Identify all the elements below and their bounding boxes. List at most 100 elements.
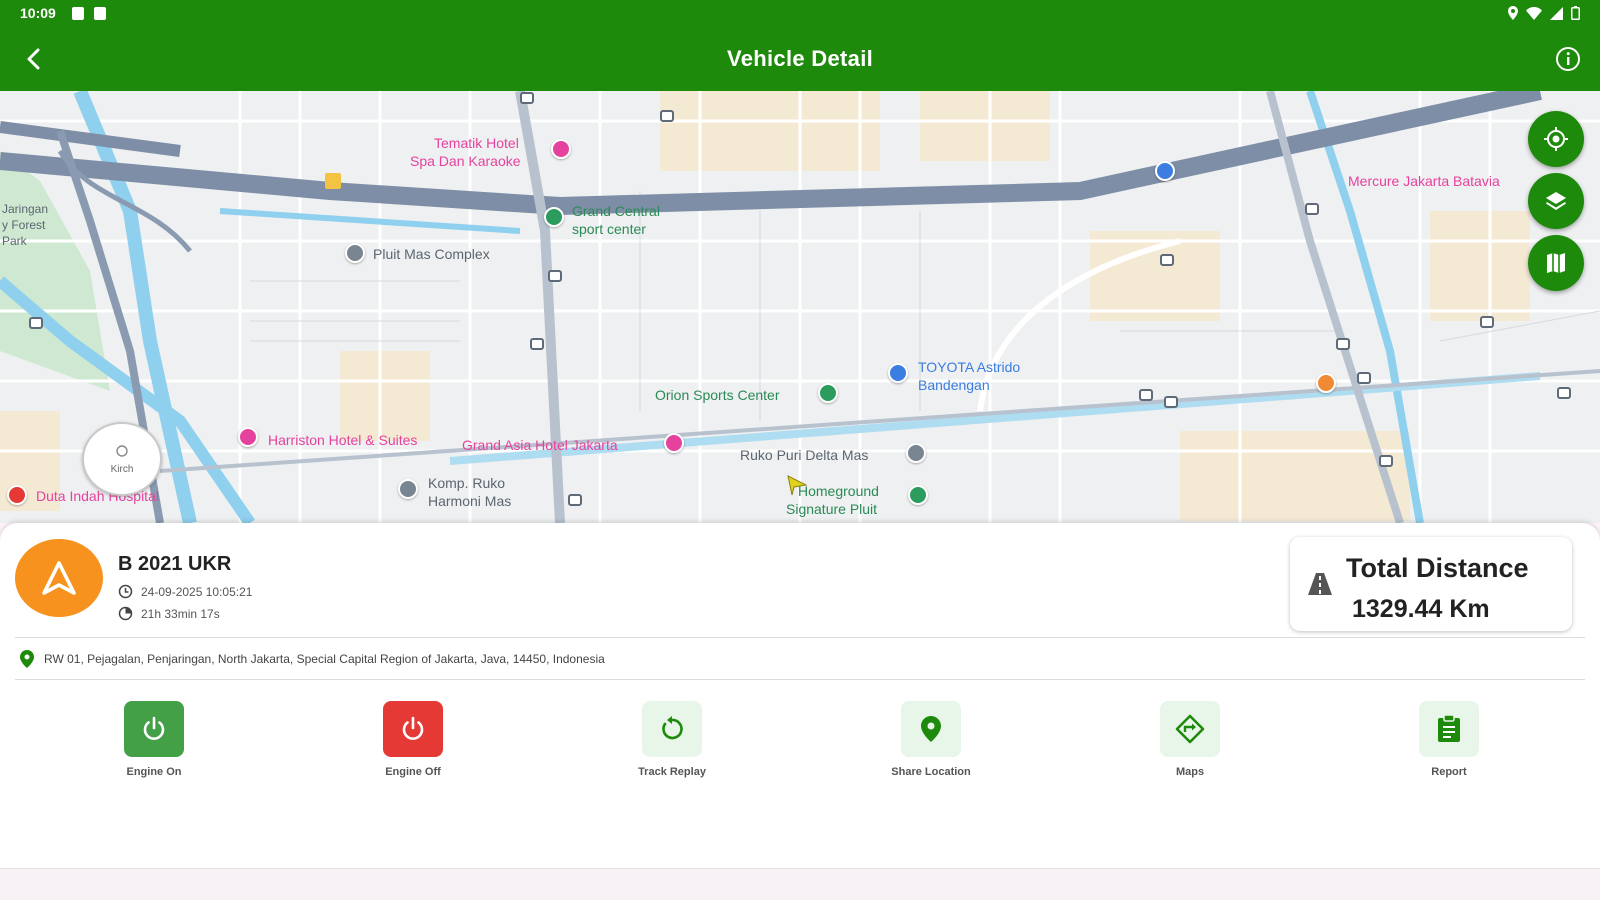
maps-label: Maps [1175, 766, 1205, 778]
divider [15, 679, 1585, 680]
share-location-icon-box [901, 701, 961, 757]
poi-label: Komp. Ruko [428, 475, 506, 491]
map-type-button[interactable] [1528, 235, 1584, 291]
total-distance-value: 1329.44 Km [1352, 595, 1490, 623]
place-pin-icon[interactable] [345, 243, 365, 263]
poi-label: Pluit Mas Complex [373, 246, 490, 262]
track-replay-button[interactable]: Track Replay [607, 701, 737, 779]
sd-card-icon [72, 7, 84, 20]
navigation-arrow-icon [42, 561, 76, 595]
directions-icon [1175, 714, 1205, 744]
hotel-pin-icon[interactable] [238, 427, 258, 447]
last-update-row: 24-09-2025 10:05:21 [118, 584, 252, 599]
layers-icon [1546, 192, 1566, 210]
map-icon [1547, 253, 1565, 273]
duration-row: 21h 33min 17s [118, 606, 220, 621]
poi-label: Bandengan [918, 377, 990, 393]
poi-label: Park [2, 234, 27, 248]
poi-label: Homeground [798, 483, 879, 499]
info-icon [1556, 47, 1580, 71]
poi-label: TOYOTA Astrido [918, 359, 1021, 375]
last-update-datetime: 24-09-2025 10:05:21 [141, 584, 253, 599]
poi-label: Harriston Hotel & Suites [268, 432, 418, 448]
signal-icon [1550, 6, 1563, 23]
poi-label: Spa Dan Karaoke [410, 153, 521, 169]
compass-button[interactable]: Kirch [82, 422, 162, 496]
power-icon [143, 716, 165, 740]
replay-icon [662, 716, 683, 740]
address-text: RW 01, Pejagalan, Penjaringan, North Jak… [44, 652, 605, 666]
status-time: 10:09 [20, 5, 56, 21]
sport-pin-icon[interactable] [818, 383, 838, 403]
timer-icon [118, 606, 133, 621]
engine-off-icon-box [383, 701, 443, 757]
poi-label: Jaringan [2, 202, 49, 216]
app-notification-icon [94, 7, 106, 20]
duration-value: 21h 33min 17s [141, 606, 220, 621]
power-icon [402, 716, 424, 740]
location-pin-icon [921, 716, 941, 742]
engine-on-icon-box [124, 701, 184, 757]
maps-button[interactable]: Maps [1125, 701, 1255, 779]
hospital-pin-icon[interactable] [7, 485, 27, 505]
notification-icons [72, 7, 106, 20]
map-view[interactable]: Tematik Hotel Spa Dan Karaoke Grand Cent… [0, 91, 1600, 523]
hotel-pin-icon[interactable] [664, 433, 684, 453]
engine-on-button[interactable]: Engine On [89, 701, 219, 779]
poi-label: sport center [572, 221, 646, 237]
place-pin-icon[interactable] [906, 443, 926, 463]
road-icon [1308, 573, 1332, 595]
location-icon [1508, 6, 1518, 23]
poi-label: Orion Sports Center [655, 387, 780, 403]
maps-icon-box [1160, 701, 1220, 757]
page-title: Vehicle Detail [726, 46, 874, 71]
vehicle-detail-panel: B 2021 UKR 24-09-2025 10:05:21 21h 33min… [0, 523, 1600, 868]
poi-label: Signature Pluit [786, 501, 878, 517]
clock-icon [118, 584, 133, 599]
status-bar: 10:09 [0, 0, 1600, 28]
poi-label: y Forest [2, 218, 46, 232]
report-icon-box [1419, 701, 1479, 757]
poi-label: Grand Central [572, 203, 660, 219]
track-replay-icon-box [642, 701, 702, 757]
sport-pin-icon[interactable] [544, 207, 564, 227]
app-bar: Vehicle Detail [0, 28, 1600, 91]
track-replay-label: Track Replay [638, 766, 706, 778]
engine-off-label: Engine Off [385, 766, 441, 778]
map-layers-button[interactable] [1528, 173, 1584, 229]
crosshair-icon [1544, 127, 1568, 151]
share-location-label: Share Location [891, 766, 971, 778]
share-location-button[interactable]: Share Location [866, 701, 996, 779]
total-distance-label: Total Distance [1346, 553, 1529, 583]
system-icons [1508, 6, 1580, 23]
bottom-nav-area [0, 868, 1600, 900]
my-location-button[interactable] [1528, 111, 1584, 167]
report-label: Report [1431, 766, 1467, 778]
vehicle-avatar [15, 539, 103, 617]
poi-label: Tematik Hotel [434, 135, 519, 151]
food-pin-icon[interactable] [1316, 373, 1336, 393]
wifi-icon [1526, 6, 1542, 23]
battery-icon [1571, 6, 1580, 23]
divider [15, 637, 1585, 638]
engine-off-button[interactable]: Engine Off [348, 701, 478, 779]
engine-on-label: Engine On [126, 766, 182, 778]
car-dealer-pin-icon[interactable] [888, 363, 908, 383]
vehicle-plate: B 2021 UKR [118, 553, 232, 575]
clipboard-icon [1438, 715, 1460, 742]
hotel-pin-icon[interactable] [551, 139, 571, 159]
sport-pin-icon[interactable] [908, 485, 928, 505]
place-pin-icon[interactable] [398, 479, 418, 499]
info-button[interactable] [1552, 43, 1584, 75]
poi-label: Ruko Puri Delta Mas [740, 447, 869, 463]
poi-label: Harmoni Mas [428, 493, 512, 509]
total-distance-card: Total Distance 1329.44 Km [1290, 537, 1572, 631]
poi-label: Grand Asia Hotel Jakarta [462, 437, 618, 453]
location-pin-icon [20, 650, 34, 668]
action-bar: Engine On Engine Off Track Replay Share … [0, 701, 1600, 811]
compass-label: Kirch [110, 463, 134, 475]
shop-pin-icon[interactable] [1155, 161, 1175, 181]
poi-label: Mercure Jakarta Batavia [1348, 173, 1500, 189]
compass-icon [116, 444, 128, 457]
report-button[interactable]: Report [1384, 701, 1514, 779]
